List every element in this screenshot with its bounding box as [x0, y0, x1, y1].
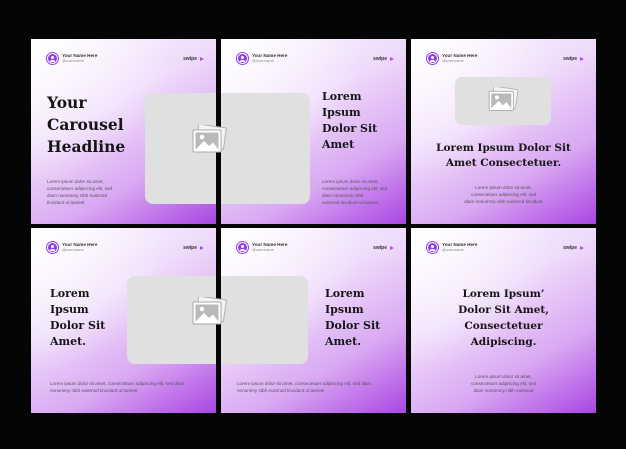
- user-avatar-icon: [427, 53, 438, 64]
- swipe-indicator[interactable]: swipe: [183, 245, 204, 251]
- image-placeholder-icon: [487, 87, 519, 113]
- slide-headline: Lorem Ipsum Dolor Sit Amet.: [50, 287, 106, 348]
- swipe-indicator[interactable]: swipe: [563, 245, 584, 251]
- swipe-label: swipe: [183, 56, 197, 62]
- profile-username: @username: [252, 58, 274, 64]
- swipe-label: swipe: [373, 245, 387, 251]
- slide-headline: Lorem Ipsum’ Dolor Sit Amet, Consectetue…: [458, 288, 549, 348]
- slide-headline: Lorem Ipsum Dolor Sit Amet: [322, 90, 378, 151]
- slide-body-text: Lorem ipsum dolor sit amet, consectetuer…: [322, 179, 388, 205]
- carousel-slide-2: Your Name Here @username swipe Lorem Ipsu…: [221, 39, 406, 224]
- arrow-right-icon: [580, 57, 584, 61]
- arrow-right-icon: [390, 57, 394, 61]
- swipe-label: swipe: [563, 56, 577, 62]
- swipe-indicator[interactable]: swipe: [563, 56, 584, 62]
- photo-placeholder-right: [221, 93, 310, 204]
- profile-username: @username: [62, 58, 84, 64]
- slide-body-text: Lorem ipsum dolor sit amet, consectetuer…: [470, 374, 537, 393]
- user-avatar-icon: [237, 53, 248, 64]
- profile-username: @username: [252, 247, 274, 253]
- photo-placeholder-right: [221, 276, 308, 364]
- swipe-label: swipe: [563, 245, 577, 251]
- profile-username: @username: [442, 58, 464, 64]
- carousel-slide-6: Your Name Here @username swipe Lorem Ipsu…: [411, 228, 596, 413]
- slide-body-text: Lorem ipsum dolor sit amet, consectetuer…: [464, 185, 543, 204]
- profile-header: Your Name Here @username: [47, 242, 97, 253]
- slide-headline: Your Carousel Headline: [47, 93, 126, 156]
- user-avatar-icon: [47, 53, 58, 64]
- slide-body-text: Lorem ipsum dolor sit amet, consectetuer…: [237, 381, 372, 393]
- profile-username: @username: [442, 247, 464, 253]
- carousel-slide-5: Your Name Here @username swipe Lorem Ipsu…: [221, 228, 406, 413]
- arrow-right-icon: [200, 57, 204, 61]
- profile-header: Your Name Here @username: [47, 53, 97, 64]
- profile-header: Your Name Here @username: [427, 53, 477, 64]
- swipe-indicator[interactable]: swipe: [183, 56, 204, 62]
- swipe-indicator[interactable]: swipe: [373, 56, 394, 62]
- swipe-label: swipe: [373, 56, 387, 62]
- profile-header: Your Name Here @username: [237, 53, 287, 64]
- profile-header: Your Name Here @username: [237, 242, 287, 253]
- swipe-indicator[interactable]: swipe: [373, 245, 394, 251]
- carousel-slide-1: Your Name Here @username swipe Your Carou…: [31, 39, 216, 224]
- slide-headline: Lorem Ipsum Dolor Sit Amet.: [325, 287, 381, 348]
- user-avatar-icon: [427, 242, 438, 253]
- carousel-slide-3: Your Name Here @username swipe Lorem Ipsu…: [411, 39, 596, 224]
- user-avatar-icon: [47, 242, 58, 253]
- profile-username: @username: [62, 247, 84, 253]
- image-placeholder-icon: [191, 125, 227, 155]
- swipe-label: swipe: [183, 245, 197, 251]
- arrow-right-icon: [390, 246, 394, 250]
- image-placeholder-icon: [191, 297, 227, 327]
- user-avatar-icon: [237, 242, 248, 253]
- carousel-slide-4: Your Name Here @username swipe Lorem Ipsu…: [31, 228, 216, 413]
- profile-header: Your Name Here @username: [427, 242, 477, 253]
- slide-headline: Lorem Ipsum Dolor Sit Amet Consectetuer.: [436, 142, 571, 169]
- slide-body-text: Lorem ipsum dolor sit amet, consectetuer…: [47, 179, 113, 205]
- slide-body-text: Lorem ipsum dolor sit amet, consectetuer…: [50, 381, 185, 393]
- arrow-right-icon: [200, 246, 204, 250]
- arrow-right-icon: [580, 246, 584, 250]
